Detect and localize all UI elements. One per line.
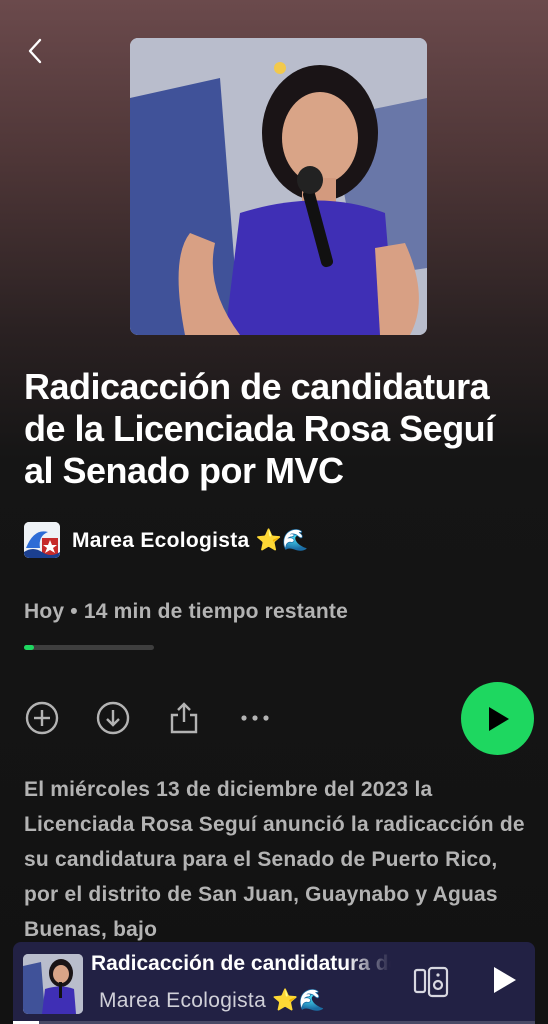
episode-meta: Hoy • 14 min de tiempo restante — [24, 600, 348, 623]
episode-progress-fill — [24, 645, 35, 650]
back-button[interactable] — [22, 38, 48, 64]
download-button[interactable] — [95, 700, 131, 736]
play-icon — [494, 967, 516, 993]
chevron-left-icon — [28, 38, 42, 64]
mini-player-play-button[interactable] — [489, 964, 525, 1000]
show-link[interactable]: Marea Ecologista ⭐🌊 — [24, 521, 309, 559]
speaker-device-icon — [413, 966, 449, 998]
mini-player-subtitle: Marea Ecologista ⭐🌊 — [99, 988, 326, 1012]
mini-player-title: Radicacción de candidatura de la Licenci… — [91, 952, 391, 975]
add-button[interactable] — [24, 700, 60, 736]
connect-device-button[interactable] — [413, 964, 449, 1000]
episode-cover-image — [130, 38, 427, 335]
mini-player-cover — [23, 954, 83, 1014]
share-button[interactable] — [166, 700, 202, 736]
mini-player[interactable]: Radicacción de candidatura de la Licenci… — [13, 942, 535, 1024]
add-icon — [25, 701, 59, 735]
episode-title: Radicacción de candidatura de la Licenci… — [24, 366, 495, 491]
more-options-button[interactable] — [237, 700, 273, 736]
episode-description: El miércoles 13 de diciembre del 2023 la… — [24, 778, 525, 941]
episode-actions — [24, 700, 308, 736]
episode-progress-bar — [24, 645, 154, 650]
download-icon — [96, 701, 130, 735]
show-name: Marea Ecologista ⭐🌊 — [72, 527, 309, 552]
play-icon — [488, 706, 509, 731]
share-icon — [170, 702, 198, 734]
show-avatar — [24, 522, 60, 558]
more-icon — [241, 715, 269, 721]
play-button[interactable] — [461, 682, 534, 755]
